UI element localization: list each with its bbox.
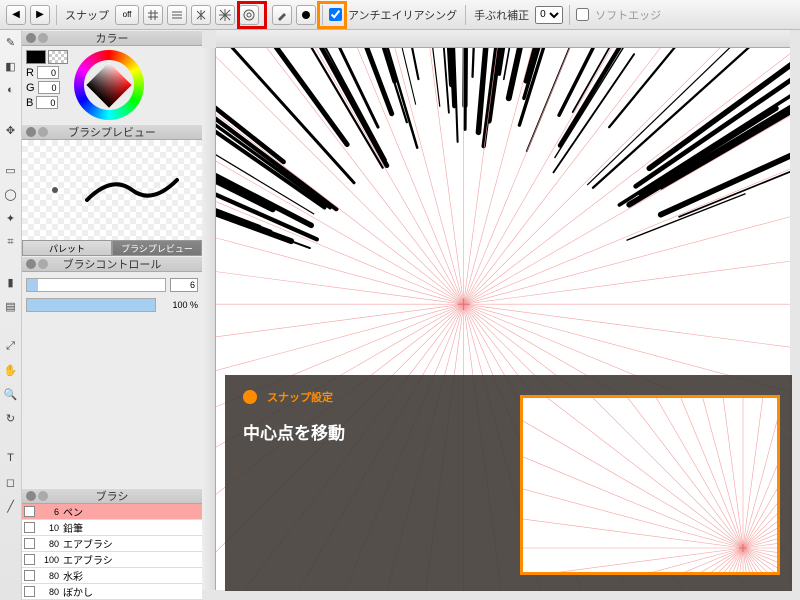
snap-off-button[interactable]: off	[115, 5, 139, 25]
brush-preview	[22, 140, 202, 240]
r-input[interactable]	[37, 66, 59, 79]
snap-perspective-button[interactable]	[191, 5, 211, 25]
move-tool-icon[interactable]: ✥	[3, 122, 19, 138]
brush-row[interactable]: 10鉛筆	[22, 520, 202, 536]
shape-tool-icon[interactable]: ◻	[3, 474, 19, 490]
softedge-label: ソフトエッジ	[595, 7, 661, 23]
minimize-icon[interactable]	[38, 127, 48, 137]
zoom-tool-icon[interactable]: 🔍	[3, 386, 19, 402]
close-icon[interactable]	[26, 259, 36, 269]
overlay-title: スナップ設定	[267, 389, 333, 405]
top-toolbar: ◀ ▶ スナップ off アンチエイリアシング 手ぶれ補正 0 ソフトエッジ	[0, 0, 800, 30]
brush-row[interactable]: 100エアブラシ	[22, 552, 202, 568]
brush-shape-button[interactable]	[296, 5, 316, 25]
opacity-value: 100 %	[160, 300, 198, 310]
b-label: B	[26, 97, 33, 109]
size-slider[interactable]	[26, 278, 166, 292]
close-icon[interactable]	[26, 33, 36, 43]
snap-grid-button[interactable]	[143, 5, 163, 25]
ruler-vertical	[202, 48, 216, 590]
color-panel-title: カラー	[96, 30, 129, 46]
g-label: G	[26, 82, 35, 94]
close-icon[interactable]	[26, 491, 36, 501]
close-icon[interactable]	[26, 127, 36, 137]
preview-panel-title: ブラシプレビュー	[68, 124, 156, 140]
color-wheel[interactable]	[74, 50, 144, 120]
select-rect-icon[interactable]: ▭	[3, 162, 19, 178]
eyedropper-icon[interactable]: ⤢	[3, 338, 19, 354]
opacity-slider[interactable]	[26, 298, 156, 312]
control-panel-title: ブラシコントロール	[63, 256, 162, 272]
softedge-checkbox[interactable]	[576, 8, 589, 21]
fg-swatch[interactable]	[26, 50, 46, 64]
snap-label: スナップ	[65, 7, 109, 23]
preview-panel-header: ブラシプレビュー	[22, 124, 202, 140]
nav-prev-button[interactable]: ◀	[6, 5, 26, 25]
color-panel-header: カラー	[22, 30, 202, 46]
text-tool-icon[interactable]: T	[3, 450, 19, 466]
eraser-tool-icon[interactable]: ◧	[3, 58, 19, 74]
rotate-tool-icon[interactable]: ↻	[3, 410, 19, 426]
snap-edit-button[interactable]	[272, 5, 292, 25]
side-panels: カラー R G B ブラシプレビュー	[22, 30, 202, 600]
antialias-checkbox[interactable]	[329, 8, 342, 21]
overlay-thumbnail	[520, 395, 780, 575]
instruction-overlay: スナップ設定 中心点を移動	[225, 375, 792, 591]
g-input[interactable]	[38, 81, 60, 94]
fill-tool-icon[interactable]: ▮	[3, 274, 19, 290]
stabilizer-label: 手ぶれ補正	[474, 7, 529, 23]
snap-concentric-button[interactable]	[239, 5, 259, 25]
nav-next-button[interactable]: ▶	[30, 5, 50, 25]
tab-preview[interactable]: ブラシプレビュー	[112, 240, 202, 256]
antialias-label: アンチエイリアシング	[348, 7, 457, 23]
stabilizer-select[interactable]: 0	[535, 6, 563, 24]
tool-column: ✎ ◧ ◐ ✥ ▭ ◯ ✦ ⌗ ▮ ▤ ⤢ ✋ 🔍 ↻ T ◻ ╱	[0, 30, 22, 600]
pen-tool-icon[interactable]: ✎	[3, 34, 19, 50]
size-value[interactable]: 6	[170, 278, 198, 292]
r-label: R	[26, 67, 34, 79]
blur-tool-icon[interactable]: ◐	[3, 82, 19, 98]
line-tool-icon[interactable]: ╱	[3, 498, 19, 514]
brush-row[interactable]: 6ペン	[22, 504, 202, 520]
minimize-icon[interactable]	[38, 491, 48, 501]
brush-row[interactable]: 80水彩	[22, 568, 202, 584]
minimize-icon[interactable]	[38, 259, 48, 269]
snap-radial-button[interactable]	[215, 5, 235, 25]
bullet-icon	[243, 390, 257, 404]
wand-tool-icon[interactable]: ✦	[3, 210, 19, 226]
crop-tool-icon[interactable]: ⌗	[3, 234, 19, 250]
lasso-tool-icon[interactable]: ◯	[3, 186, 19, 202]
ruler-horizontal	[216, 30, 790, 48]
bg-swatch[interactable]	[48, 50, 68, 64]
b-input[interactable]	[36, 96, 58, 109]
hand-tool-icon[interactable]: ✋	[3, 362, 19, 378]
brush-row[interactable]: 80ぼかし	[22, 584, 202, 600]
minimize-icon[interactable]	[38, 33, 48, 43]
brush-list: 6ペン10鉛筆80エアブラシ100エアブラシ80水彩80ぼかし	[22, 504, 202, 600]
gradient-tool-icon[interactable]: ▤	[3, 298, 19, 314]
brush-row[interactable]: 80エアブラシ	[22, 536, 202, 552]
control-panel-header: ブラシコントロール	[22, 256, 202, 272]
snap-parallel-button[interactable]	[167, 5, 187, 25]
tab-palette[interactable]: パレット	[22, 240, 112, 256]
brush-panel-header: ブラシ	[22, 488, 202, 504]
brush-panel-title: ブラシ	[96, 488, 129, 504]
